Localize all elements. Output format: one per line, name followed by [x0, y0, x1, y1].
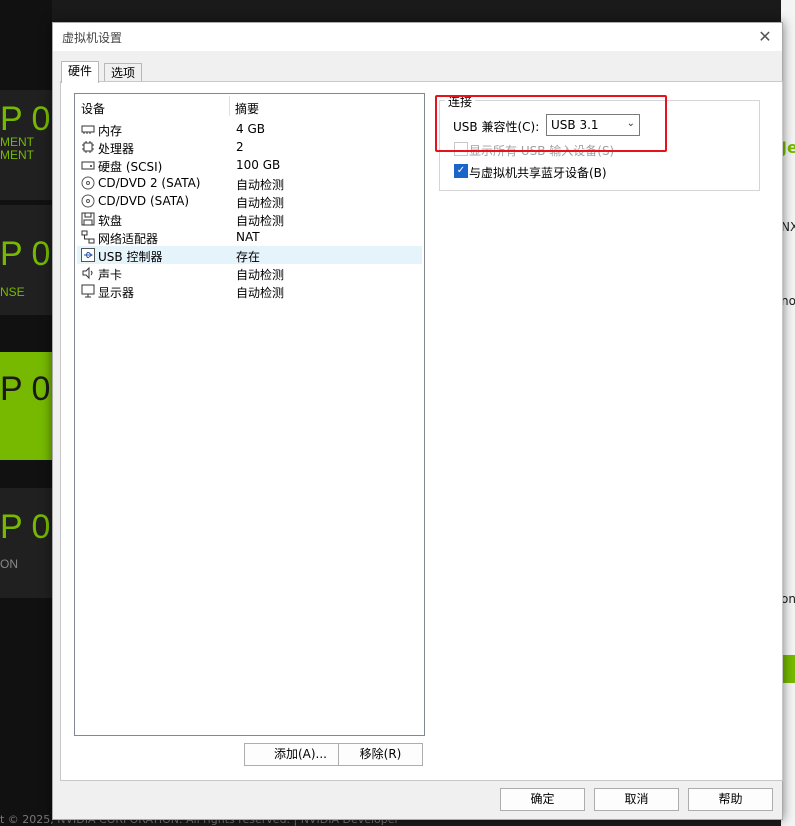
device-summary: 存在 [236, 250, 261, 264]
background-text: P 0 [0, 235, 51, 273]
device-name: 内存 [98, 124, 123, 138]
device-row-sound-card[interactable]: 声卡 自动检测 [77, 264, 422, 282]
device-row-usb-controller[interactable]: USB 控制器 存在 [77, 246, 422, 264]
device-summary: 自动检测 [236, 196, 285, 210]
remove-device-button[interactable]: 移除(R) [338, 743, 423, 766]
device-summary: 自动检测 [236, 214, 285, 228]
background-green-button [781, 655, 795, 683]
background-text: no [781, 294, 795, 308]
tab-hardware[interactable]: 硬件 [61, 61, 100, 83]
device-row-floppy[interactable]: 软盘 自动检测 [77, 210, 422, 228]
background-text: Je [781, 138, 795, 157]
tab-options[interactable]: 选项 [104, 63, 143, 83]
usb-icon [81, 248, 95, 262]
share-bluetooth-checkbox[interactable]: ✓ [454, 164, 468, 178]
ok-button[interactable]: 确定 [500, 788, 585, 811]
title-bar: 虚拟机设置 ✕ [53, 23, 782, 51]
device-summary: 自动检测 [236, 178, 285, 192]
device-row-cd-dvd-2[interactable]: CD/DVD 2 (SATA) 自动检测 [77, 174, 422, 192]
device-name: 处理器 [98, 142, 135, 156]
usb-compatibility-label: USB 兼容性(C): [453, 120, 540, 134]
background-text: P 0 [0, 508, 51, 546]
device-row-display[interactable]: 显示器 自动检测 [77, 282, 422, 300]
column-header-device[interactable]: 设备 [81, 100, 105, 117]
background-text: on [781, 592, 795, 606]
usb-compatibility-value: USB 3.1 [551, 118, 599, 132]
background-text: NX [781, 220, 795, 234]
device-row-processor[interactable]: 处理器 2 [77, 138, 422, 156]
background-right-panel: Je NX no on [781, 0, 795, 826]
device-name: 声卡 [98, 268, 123, 282]
device-name: CD/DVD 2 (SATA) [98, 176, 201, 190]
chevron-down-icon: ⌄ [626, 118, 635, 129]
show-all-usb-input-checkbox[interactable] [454, 142, 468, 156]
device-summary: 自动检测 [236, 268, 285, 282]
device-summary: 4 GB [236, 122, 265, 136]
background-text: P 0 [0, 370, 51, 408]
column-header-summary[interactable]: 摘要 [235, 100, 259, 117]
speaker-icon [82, 266, 93, 280]
share-bluetooth-label: 与虚拟机共享蓝牙设备(B) [469, 166, 607, 180]
hard-disk-icon [81, 161, 95, 170]
cancel-button[interactable]: 取消 [594, 788, 679, 811]
background-text: NSE [0, 285, 25, 299]
device-name: CD/DVD (SATA) [98, 194, 190, 208]
background-text: MENT [0, 148, 34, 162]
memory-icon [81, 125, 95, 134]
device-name: USB 控制器 [98, 250, 163, 264]
background-text: MENT [0, 135, 34, 149]
dialog-title: 虚拟机设置 [62, 31, 123, 45]
device-summary: 自动检测 [236, 286, 285, 300]
device-summary: NAT [236, 230, 260, 244]
device-name: 软盘 [98, 214, 123, 228]
device-name: 硬盘 (SCSI) [98, 160, 163, 174]
device-row-hard-disk[interactable]: 硬盘 (SCSI) 100 GB [77, 156, 422, 174]
cd-dvd-icon [81, 176, 95, 190]
network-adapter-icon [81, 230, 95, 244]
vm-settings-dialog: 虚拟机设置 ✕ 硬件 选项 设备 摘要 内存 4 GB 处理器 2 硬盘 (SC… [52, 22, 783, 820]
close-icon[interactable]: ✕ [754, 26, 776, 48]
device-row-memory[interactable]: 内存 4 GB [77, 120, 422, 138]
background-text: ON [0, 557, 18, 571]
device-list-header: 设备 摘要 [75, 94, 424, 116]
cd-dvd-icon [81, 194, 95, 208]
device-row-network-adapter[interactable]: 网络适配器 NAT [77, 228, 422, 246]
floppy-icon [81, 212, 95, 226]
device-summary: 100 GB [236, 158, 281, 172]
device-list[interactable]: 设备 摘要 内存 4 GB 处理器 2 硬盘 (SCSI) 100 GB CD/… [74, 93, 425, 736]
device-summary: 2 [236, 140, 244, 154]
help-button[interactable]: 帮助 [688, 788, 773, 811]
device-name: 网络适配器 [98, 232, 159, 246]
column-divider[interactable] [229, 96, 230, 116]
background-text: P 0 [0, 100, 51, 138]
device-name: 显示器 [98, 286, 135, 300]
processor-icon [82, 141, 94, 153]
usb-compatibility-select[interactable]: USB 3.1 ⌄ [546, 114, 640, 136]
monitor-icon [81, 284, 95, 298]
connection-group-label: 连接 [445, 93, 476, 110]
device-row-cd-dvd[interactable]: CD/DVD (SATA) 自动检测 [77, 192, 422, 210]
show-all-usb-input-label: 显示所有 USB 输入设备(S) [469, 144, 615, 158]
